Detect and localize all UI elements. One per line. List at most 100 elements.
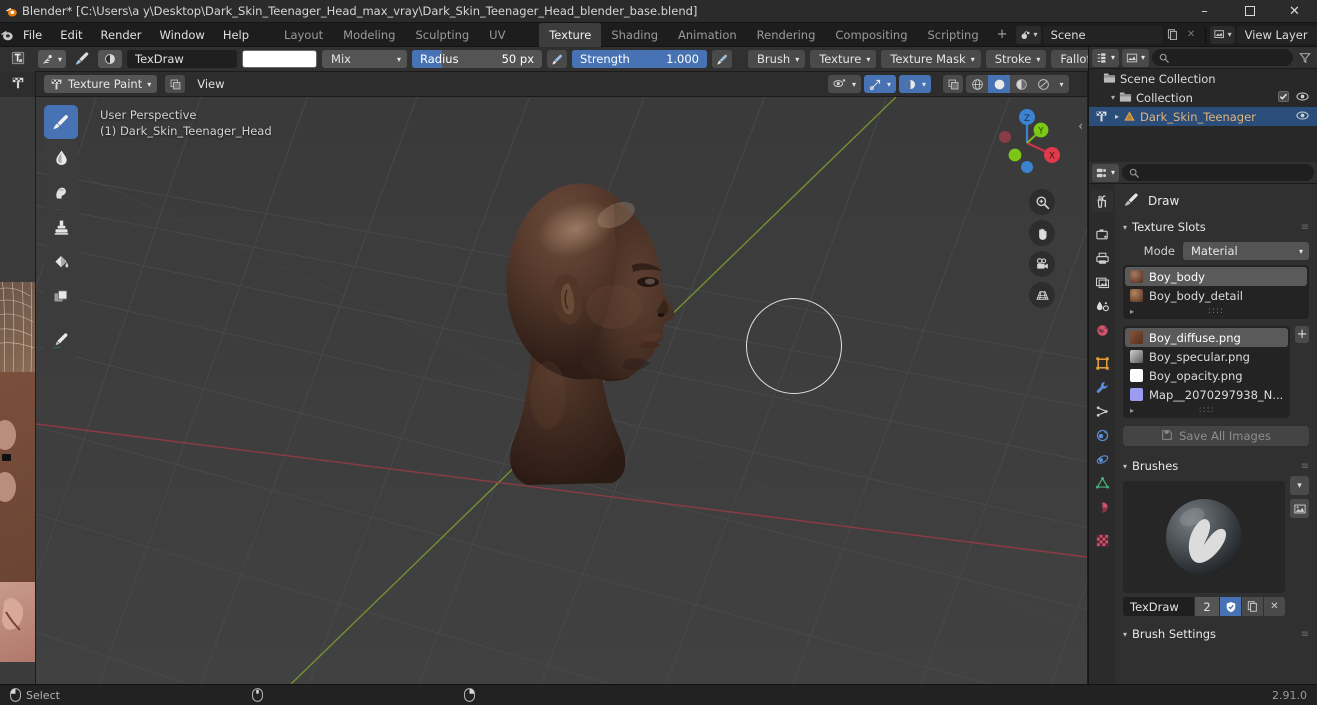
brush-id-browse-button[interactable] [98, 50, 123, 68]
strength-pressure-toggle[interactable] [712, 50, 733, 68]
panel-header-brush-settings[interactable]: ▾ Brush Settings ≡ [1123, 624, 1309, 644]
panel-collapse-triangle-icon[interactable]: ▾ [1123, 630, 1127, 639]
visibility-eye-icon[interactable] [1296, 110, 1309, 124]
tool-soften-button[interactable] [44, 140, 78, 174]
interaction-mode-dropdown[interactable]: Texture Paint ▾ [44, 75, 158, 93]
list-item[interactable]: Map__2070297938_N... [1125, 385, 1288, 404]
properties-tab-texture[interactable] [1091, 529, 1113, 551]
strength-slider[interactable]: Strength 1.000 [572, 50, 708, 68]
panel-header-texture-slots[interactable]: ▾ Texture Slots ≡ [1123, 217, 1309, 237]
tool-mask-button[interactable] [44, 280, 78, 314]
material-list-footer[interactable]: ▸ :::: [1125, 305, 1307, 317]
panel-collapse-triangle-icon[interactable]: ▾ [1123, 223, 1127, 232]
outliner-row-collection[interactable]: ▾ Collection [1089, 88, 1317, 107]
workspace-tab-compositing[interactable]: Compositing [825, 23, 917, 47]
menu-render[interactable]: Render [92, 23, 151, 47]
tool-clone-button[interactable] [44, 210, 78, 244]
expand-triangle-icon[interactable]: ▾ [1111, 93, 1115, 102]
outliner-row-dark-skin-teenager[interactable]: ▸ Dark_Skin_Teenager [1089, 107, 1317, 126]
collection-checkbox[interactable] [1278, 90, 1289, 105]
tool-fill-button[interactable] [44, 245, 78, 279]
fake-user-shield-icon[interactable] [1220, 597, 1241, 616]
workspace-tab-texture-paint[interactable]: Texture Paint [539, 22, 602, 66]
radius-pressure-toggle[interactable] [547, 50, 568, 68]
list-item[interactable]: Boy_body [1125, 267, 1307, 286]
brush-image-icon[interactable] [1290, 499, 1309, 518]
outliner-search-input[interactable] [1152, 49, 1293, 66]
properties-tab-output[interactable] [1091, 247, 1113, 269]
workspace-tab-modeling[interactable]: Modeling [333, 23, 405, 47]
unlink-brush-button[interactable]: ✕ [1264, 597, 1285, 616]
properties-search-input[interactable] [1122, 164, 1314, 181]
perspective-grid-icon[interactable] [1029, 282, 1055, 308]
properties-tab-particles[interactable] [1091, 400, 1113, 422]
list-item[interactable]: Boy_body_detail [1125, 286, 1307, 305]
minimize-button[interactable]: – [1182, 0, 1227, 23]
brush-preset-dropdown[interactable]: ▾ [38, 50, 67, 68]
uv-editor-type-icon[interactable] [11, 51, 25, 68]
properties-editor-type-button[interactable]: ▾ [1092, 163, 1120, 182]
properties-tab-scene[interactable] [1091, 295, 1113, 317]
stroke-popover-button[interactable]: Stroke ▾ [985, 50, 1047, 68]
properties-tab-render[interactable] [1091, 223, 1113, 245]
viewport-view-menu[interactable]: View [189, 75, 232, 93]
image-slot-list[interactable]: Boy_diffuse.png Boy_specular.png Boy_opa… [1123, 326, 1291, 418]
workspace-tab-scripting[interactable]: Scripting [918, 23, 989, 47]
list-item[interactable]: Boy_opacity.png [1125, 366, 1288, 385]
camera-icon[interactable] [1029, 251, 1055, 277]
proportional-editing-popover[interactable]: ▾ [898, 75, 931, 93]
workspace-tab-shading[interactable]: Shading [601, 23, 668, 47]
close-button[interactable]: ✕ [1272, 0, 1317, 23]
view-layer-name-field[interactable]: View Layer [1236, 25, 1317, 44]
list-resize-grip-icon[interactable]: :::: [1208, 306, 1224, 316]
visibility-eye-icon[interactable] [1296, 91, 1309, 105]
properties-tab-constraints[interactable] [1091, 448, 1113, 470]
browse-scene-button[interactable]: ▾ [1015, 25, 1041, 44]
properties-tab-tool[interactable] [1091, 190, 1113, 212]
properties-tab-modifiers[interactable] [1091, 376, 1113, 398]
shading-options-dropdown[interactable]: ▾ [1054, 75, 1069, 93]
properties-tab-material[interactable] [1091, 496, 1113, 518]
save-all-images-button[interactable]: Save All Images [1123, 426, 1309, 446]
outliner-display-mode-button[interactable]: ▾ [1092, 48, 1120, 67]
duplicate-icon[interactable] [1242, 597, 1263, 616]
toggle-xray-button[interactable] [943, 75, 963, 93]
maximize-button[interactable] [1227, 0, 1272, 23]
brush-preview-thumbnail[interactable] [1123, 481, 1285, 593]
image-editor-canvas[interactable] [0, 97, 35, 684]
browse-view-layer-button[interactable]: ▾ [1209, 25, 1235, 44]
shading-solid-button[interactable] [988, 75, 1010, 93]
add-workspace-button[interactable]: + [989, 27, 1016, 42]
list-expand-triangle-icon[interactable]: ▸ [1130, 307, 1134, 316]
material-slot-list[interactable]: Boy_body Boy_body_detail ▸ :::: [1123, 265, 1309, 319]
remove-scene-button[interactable]: ✕ [1182, 26, 1201, 44]
shading-rendered-button[interactable] [1032, 75, 1054, 93]
properties-tab-data[interactable] [1091, 472, 1113, 494]
radius-slider[interactable]: Radius 50 px [412, 50, 543, 68]
filter-icon[interactable] [1296, 52, 1314, 64]
browse-brush-chevron-down-icon[interactable]: ▾ [1290, 476, 1309, 495]
brush-name-field[interactable]: TexDraw [1123, 597, 1194, 616]
workspace-tab-animation[interactable]: Animation [668, 23, 747, 47]
shading-material-preview-button[interactable] [1010, 75, 1032, 93]
brush-color-swatch[interactable] [242, 50, 318, 68]
tool-annotate-button[interactable] [44, 324, 78, 358]
menu-window[interactable]: Window [150, 23, 213, 47]
properties-tab-physics[interactable] [1091, 424, 1113, 446]
properties-tab-view-layer[interactable] [1091, 271, 1113, 293]
workspace-tab-rendering[interactable]: Rendering [747, 23, 826, 47]
list-resize-grip-icon[interactable]: :::: [1199, 405, 1215, 415]
brush-popover-button[interactable]: Brush ▾ [748, 50, 806, 68]
pan-hand-icon[interactable] [1029, 220, 1055, 246]
workspace-tab-sculpting[interactable]: Sculpting [405, 23, 479, 47]
tool-draw-button[interactable] [44, 105, 78, 139]
navigation-gizmo[interactable]: Z Y X [989, 105, 1065, 181]
image-list-footer[interactable]: ▸ :::: [1125, 404, 1288, 416]
texture-popover-button[interactable]: Texture ▾ [810, 50, 877, 68]
3d-viewport[interactable]: User Perspective (1) Dark_Skin_Teenager_… [36, 97, 1087, 684]
list-item[interactable]: Boy_specular.png [1125, 347, 1288, 366]
paint-mask-toggle[interactable] [165, 75, 186, 93]
object-visibility-popover[interactable]: ▾ [827, 75, 861, 93]
outliner-filter-id-button[interactable]: ▾ [1122, 48, 1150, 67]
snapping-popover[interactable]: ▾ [863, 75, 896, 93]
